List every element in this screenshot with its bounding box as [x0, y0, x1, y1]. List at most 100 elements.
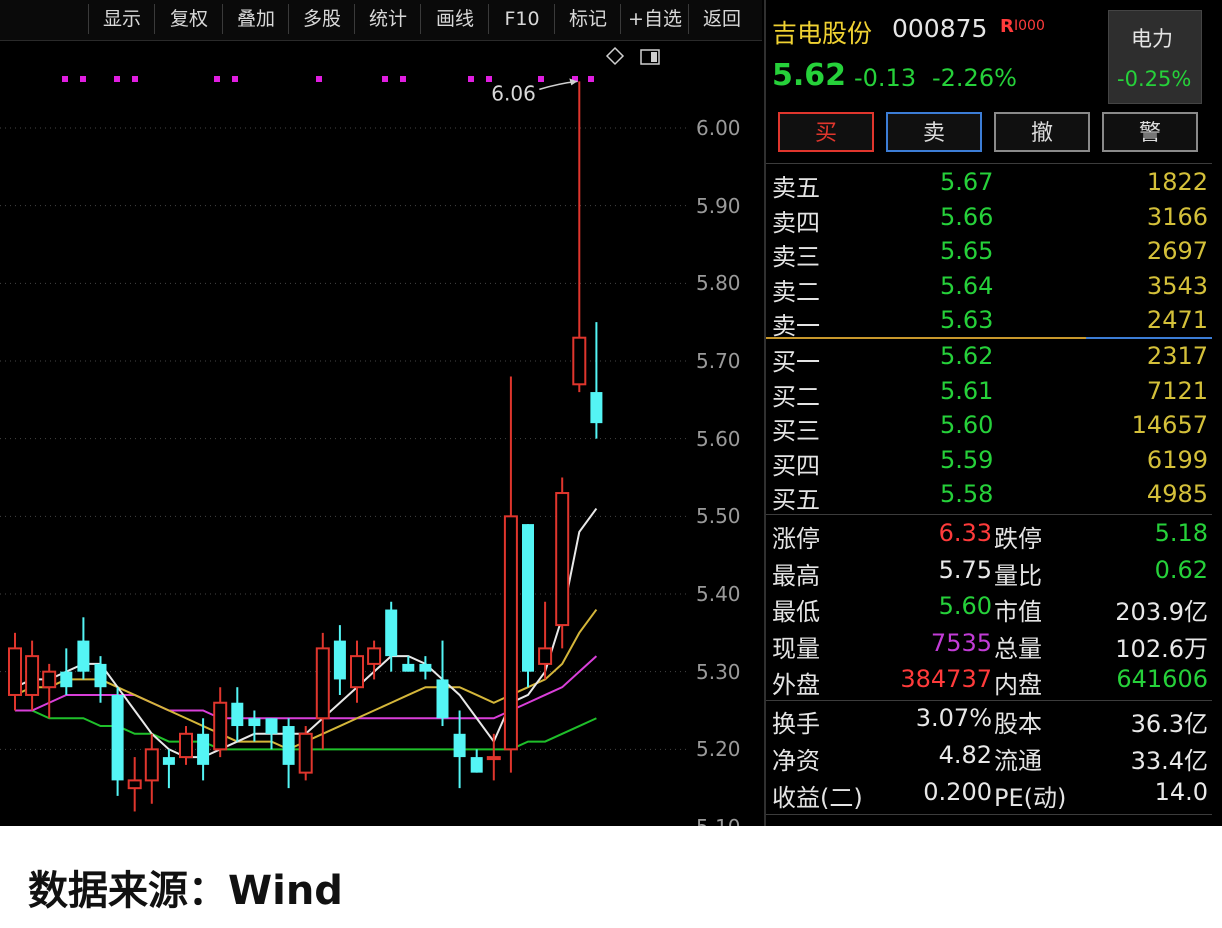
alert-button[interactable]: 警: [1102, 112, 1198, 152]
bid-volume: 6199: [1146, 445, 1208, 474]
candle-body-up: [367, 647, 382, 665]
divider: [766, 700, 1212, 701]
toolbar-button-2[interactable]: 叠加: [222, 4, 289, 34]
stat-value: 0.62: [1154, 555, 1208, 584]
stat-label: 最高: [772, 561, 820, 590]
bid-level-label: 买三: [772, 417, 820, 445]
bid-volume: 14657: [1131, 411, 1208, 439]
candle-body-down: [402, 663, 415, 672]
candle-body-down: [522, 524, 534, 672]
toolbar-button-5[interactable]: 画线: [420, 4, 489, 34]
sell-button[interactable]: 卖: [886, 112, 982, 152]
candle-body-up: [144, 748, 159, 782]
high-annotation: 6.06: [491, 81, 536, 105]
signal-marker: [382, 76, 388, 82]
candle-body-down: [60, 671, 73, 688]
stat-value: 384737: [900, 665, 992, 693]
stat-row: 涨停 6.33 跌停 5.18: [772, 519, 1214, 553]
toolbar-button-7[interactable]: 标记: [554, 4, 621, 34]
candle-body-up: [350, 655, 364, 689]
divider: [766, 814, 1212, 815]
candle-body-down: [333, 640, 346, 680]
candle-body-up: [8, 647, 22, 696]
cancel-order-button[interactable]: 撤: [994, 112, 1090, 152]
ask-volume: 2697: [1146, 237, 1208, 265]
toolbar-button-3[interactable]: 多股: [288, 4, 355, 34]
candle-body-down: [248, 718, 261, 727]
finance-value: 36.3亿: [1130, 710, 1208, 738]
book-divider-left: [766, 337, 1086, 339]
candle-body-up: [298, 732, 313, 774]
price-axis-label: 5.60: [696, 426, 741, 451]
bid-row[interactable]: 买一 5.62 2317: [772, 342, 1214, 376]
bid-row[interactable]: 买四 5.59 6199: [772, 446, 1214, 480]
candle-body-down: [282, 726, 295, 765]
toolbar-button-6[interactable]: F10: [488, 4, 555, 34]
bid-level-label: 买五: [772, 486, 820, 514]
finance-value: 14.0: [1154, 778, 1208, 806]
ask-price: 5.66: [940, 202, 994, 231]
stat-label: 内盘: [994, 671, 1042, 699]
kline-chart[interactable]: 6.06 6.00 5.90 5.80 5.70 5.60 5.50 5.40 5.30 5.2…: [0, 42, 762, 826]
toolbar-button-0[interactable]: 显示: [88, 4, 155, 34]
price-change: -0.13: [854, 64, 917, 92]
price-axis-label: 5.90: [696, 193, 741, 218]
bid-price: 5.59: [940, 445, 994, 474]
finance-value: 33.4亿: [1130, 747, 1208, 775]
sector-box[interactable]: 电力 -0.25%: [1108, 10, 1202, 104]
stat-label: 现量: [772, 634, 820, 663]
candle-body-down: [590, 392, 603, 424]
bid-price: 5.58: [940, 480, 994, 508]
ask-volume: 1822: [1146, 168, 1208, 196]
signal-marker: [214, 76, 220, 82]
stat-label: 涨停: [772, 525, 820, 553]
candle-body-down: [94, 663, 107, 688]
bid-row[interactable]: 买二 5.61 7121: [772, 377, 1214, 411]
candle-body-up: [179, 732, 193, 759]
candle-body-up: [213, 701, 228, 751]
toolbar-button-1[interactable]: 复权: [154, 4, 223, 34]
stat-row: 最低 5.60 市值 203.9亿: [772, 592, 1214, 626]
bid-level-label: 买二: [772, 382, 820, 411]
bid-price: 5.61: [940, 376, 994, 405]
ask-row[interactable]: 卖一 5.63 2471: [772, 306, 1214, 340]
stat-value: 5.18: [1154, 519, 1208, 547]
ask-row[interactable]: 卖三 5.65 2697: [772, 237, 1214, 271]
signal-marker: [588, 76, 594, 82]
finance-label: 净资: [772, 747, 820, 775]
stat-value: 203.9亿: [1115, 598, 1208, 626]
bid-volume: 4985: [1146, 480, 1208, 508]
sector-name: 电力: [1131, 27, 1173, 51]
finance-value: 0.200: [923, 778, 992, 806]
bid-volume: 2317: [1146, 342, 1208, 370]
ask-volume: 3543: [1146, 271, 1208, 300]
toolbar-button-4[interactable]: 统计: [354, 4, 421, 34]
stat-value: 102.6万: [1115, 634, 1208, 663]
ask-row[interactable]: 卖二 5.64 3543: [772, 272, 1214, 306]
panel-toggle-icon-fill: [651, 52, 657, 62]
toolbar-button-9[interactable]: 返回: [688, 4, 755, 34]
signal-marker: [400, 76, 406, 82]
ask-level-label: 卖五: [772, 174, 820, 202]
stat-value: 641606: [1116, 665, 1208, 693]
toolbar-button-8[interactable]: +自选: [620, 4, 689, 34]
ask-row[interactable]: 卖四 5.66 3166: [772, 203, 1214, 237]
buy-button[interactable]: 买: [778, 112, 874, 152]
stock-name: 吉电股份: [772, 19, 873, 48]
ask-level-label: 卖四: [772, 208, 820, 237]
price-axis-label: 5.40: [696, 582, 741, 606]
candle-body-down: [265, 718, 278, 734]
bid-level-label: 买四: [772, 451, 820, 480]
bid-row[interactable]: 买五 5.58 4985: [772, 480, 1214, 514]
bid-row[interactable]: 买三 5.60 14657: [772, 411, 1214, 445]
candle-body-up: [315, 647, 330, 720]
ask-row[interactable]: 卖五 5.67 1822: [772, 168, 1214, 202]
finance-label: 股本: [994, 710, 1042, 738]
stat-label: 跌停: [994, 525, 1042, 553]
price-axis-label: 6.00: [696, 116, 741, 140]
ask-price: 5.64: [940, 271, 994, 300]
stat-label: 外盘: [772, 671, 820, 699]
signal-marker: [114, 76, 120, 82]
price-axis-label: 5.70: [696, 349, 741, 373]
price-change-pct: -2.26%: [932, 64, 1017, 92]
